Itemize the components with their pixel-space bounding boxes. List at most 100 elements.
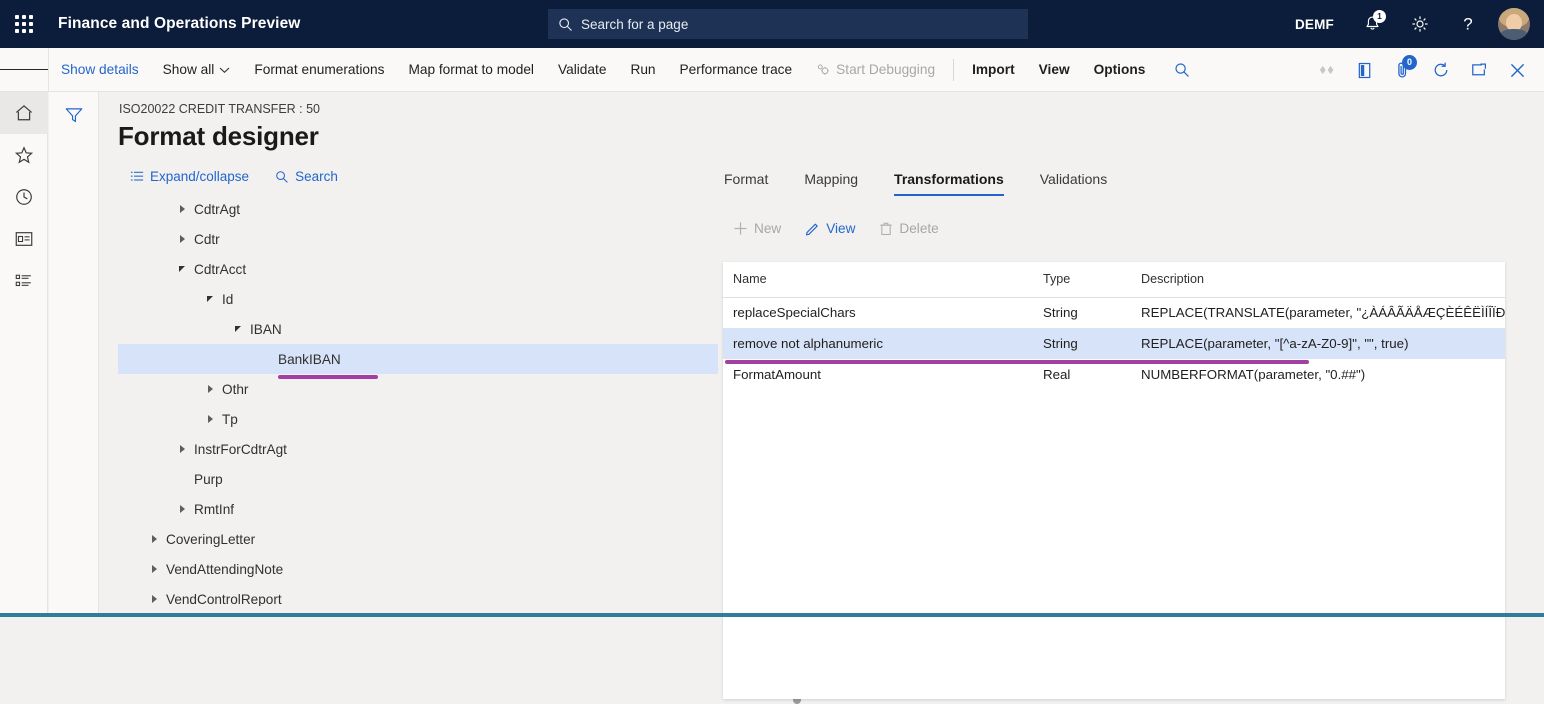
tree-node[interactable]: Othr [118, 374, 718, 404]
toolbar-right-icons: 0 [1308, 48, 1536, 92]
tree-node[interactable]: CdtrAcct [118, 254, 718, 284]
tree-node[interactable]: Purp [118, 464, 718, 494]
tree-node[interactable]: InstrForCdtrAgt [118, 434, 718, 464]
tree-node[interactable]: VendControlReport [118, 584, 718, 606]
tree-node-spacer [174, 471, 190, 487]
refresh-button[interactable] [1422, 48, 1460, 92]
grid-action-label: New [754, 221, 781, 236]
toolbar-search-button[interactable] [1163, 48, 1201, 92]
global-search-box[interactable]: Search for a page [548, 9, 1028, 39]
tree-node-label: InstrForCdtrAgt [194, 442, 287, 457]
chevron-right-icon[interactable] [202, 381, 218, 397]
help-button[interactable]: ? [1444, 0, 1492, 48]
clock-icon [14, 187, 34, 207]
rail-item-home[interactable] [0, 92, 48, 134]
grid-action-delete-button: Delete [869, 216, 948, 241]
chevron-right-icon[interactable] [146, 561, 162, 577]
user-avatar[interactable] [1498, 8, 1530, 40]
toolbar-show-all[interactable]: Show all [151, 48, 243, 92]
transformations-grid: Name Type Description replaceSpecialChar… [723, 262, 1505, 390]
chevron-right-icon[interactable] [146, 531, 162, 547]
search-icon [558, 17, 573, 32]
chevron-right-icon[interactable] [146, 591, 162, 606]
waffle-icon [15, 15, 33, 33]
tree-node[interactable]: CoveringLetter [118, 524, 718, 554]
tree-node[interactable]: IBAN [118, 314, 718, 344]
tree-node-label: BankIBAN [278, 352, 341, 367]
tab-transformations[interactable]: Transformations [876, 162, 1022, 196]
chevron-down-icon [219, 66, 230, 74]
row-selection-annotation [725, 360, 1309, 364]
app-title: Finance and Operations Preview [58, 15, 300, 33]
personalize-button[interactable] [1308, 48, 1346, 92]
rail-item-workspaces[interactable] [0, 218, 48, 260]
attachments-button[interactable]: 0 [1384, 48, 1422, 92]
chevron-right-icon[interactable] [174, 501, 190, 517]
tree-node[interactable]: CdtrAgt [118, 194, 718, 224]
chevron-right-icon[interactable] [174, 441, 190, 457]
tree-node-label: CdtrAgt [194, 202, 240, 217]
navigation-rail [0, 92, 48, 613]
toolbar-view[interactable]: View [1027, 48, 1082, 92]
table-row[interactable]: replaceSpecialCharsStringREPLACE(TRANSLA… [723, 297, 1505, 328]
toolbar-format-enumerations[interactable]: Format enumerations [242, 48, 396, 92]
chevron-right-icon[interactable] [174, 231, 190, 247]
tree-node[interactable]: BankIBAN [118, 344, 718, 374]
tree-search-button[interactable]: Search [275, 169, 338, 184]
list-modules-icon [14, 272, 34, 290]
toolbar-options[interactable]: Options [1082, 48, 1158, 92]
rail-item-recent[interactable] [0, 176, 48, 218]
close-button[interactable] [1498, 48, 1536, 92]
grid-header-type[interactable]: Type [1033, 262, 1131, 297]
tree-node[interactable]: RmtInf [118, 494, 718, 524]
tab-mapping[interactable]: Mapping [786, 162, 876, 196]
tree-node-label: CdtrAcct [194, 262, 246, 277]
toolbar-import[interactable]: Import [960, 48, 1027, 92]
toolbar-show-details[interactable]: Show details [49, 48, 151, 92]
search-icon [1174, 62, 1190, 78]
tree-node[interactable]: VendAttendingNote [118, 554, 718, 584]
chevron-down-icon[interactable] [230, 321, 246, 337]
chevron-down-icon[interactable] [174, 261, 190, 277]
format-tree[interactable]: CdtrAgt Cdtr CdtrAcct IdIBAN BankIBAN Othr Tp I… [118, 194, 718, 606]
grid-action-view-button[interactable]: View [795, 216, 865, 241]
grid-cell-type: String [1033, 328, 1131, 359]
notifications-button[interactable]: 1 [1348, 0, 1396, 48]
toolbar-map-format-to-model[interactable]: Map format to model [396, 48, 546, 92]
expand-collapse-button[interactable]: Expand/collapse [130, 169, 249, 184]
tree-node[interactable]: Cdtr [118, 224, 718, 254]
navigation-menu-button[interactable] [0, 48, 48, 92]
toolbar-performance-trace[interactable]: Performance trace [668, 48, 805, 92]
toolbar-validate[interactable]: Validate [546, 48, 618, 92]
debug-gear-icon [816, 63, 831, 77]
tree-node-label: Tp [222, 412, 238, 427]
tab-validations[interactable]: Validations [1022, 162, 1125, 196]
rail-item-modules[interactable] [0, 260, 48, 302]
grid-action-new-button: New [723, 216, 791, 241]
app-launcher-button[interactable] [0, 0, 48, 48]
settings-button[interactable] [1396, 0, 1444, 48]
tree-node[interactable]: Tp [118, 404, 718, 434]
refresh-icon [1432, 61, 1450, 79]
table-row[interactable]: remove not alphanumericStringREPLACE(par… [723, 328, 1505, 359]
open-in-office-button[interactable] [1346, 48, 1384, 92]
tab-format[interactable]: Format [724, 162, 786, 196]
tree-node[interactable]: Id [118, 284, 718, 314]
chevron-right-icon[interactable] [174, 201, 190, 217]
grid-body: replaceSpecialCharsStringREPLACE(TRANSLA… [723, 297, 1505, 390]
chevron-right-icon[interactable] [202, 411, 218, 427]
detail-tabs: FormatMappingTransformationsValidations [724, 162, 1125, 196]
filter-button[interactable] [57, 100, 91, 130]
chevron-down-icon[interactable] [202, 291, 218, 307]
filter-funnel-icon [64, 106, 84, 124]
attachments-badge: 0 [1402, 55, 1417, 70]
open-in-new-window-button[interactable] [1460, 48, 1498, 92]
rail-item-favorites[interactable] [0, 134, 48, 176]
grid-header-name[interactable]: Name [723, 262, 1033, 297]
breadcrumb: ISO20022 CREDIT TRANSFER : 50 [119, 102, 320, 116]
toolbar-run[interactable]: Run [618, 48, 667, 92]
grid-action-bar: New ViewDelete [723, 216, 949, 241]
grid-header-description[interactable]: Description [1131, 262, 1505, 297]
star-icon [14, 145, 34, 165]
company-selector[interactable]: DEMF [1281, 17, 1348, 32]
